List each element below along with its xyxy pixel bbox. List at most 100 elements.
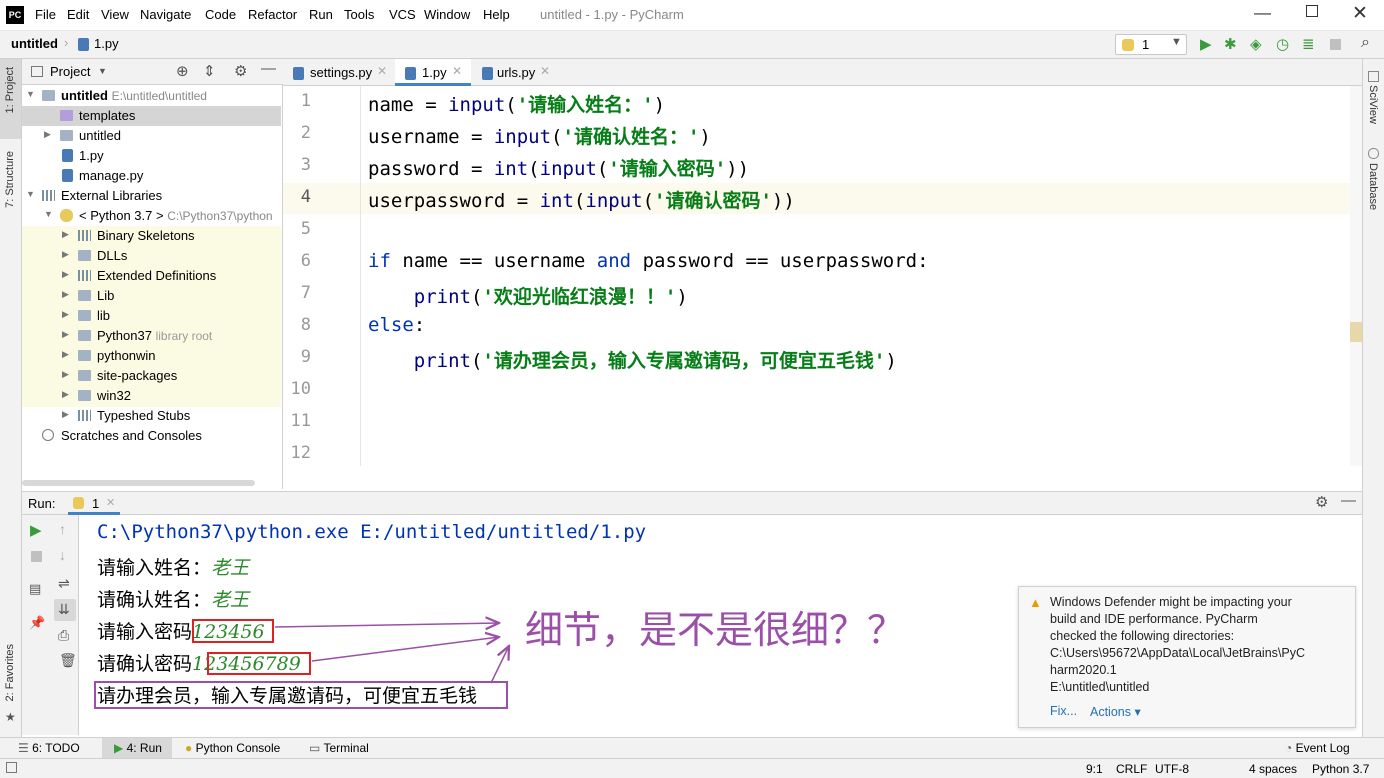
down-arrow-icon[interactable]: ↓ <box>59 547 66 563</box>
tree-item-python37-root[interactable]: ▶ Python37 library root <box>22 326 281 346</box>
menu-view[interactable]: View <box>101 7 129 22</box>
menu-help[interactable]: Help <box>483 7 510 22</box>
status-line-separator[interactable]: CRLF <box>1116 762 1147 776</box>
status-indent[interactable]: 4 spaces <box>1249 762 1297 776</box>
gear-icon[interactable]: ⚙ <box>1315 493 1328 511</box>
hide-icon[interactable]: — <box>261 60 276 77</box>
collapse-icon[interactable]: ⇕ <box>203 62 216 80</box>
menu-run[interactable]: Run <box>309 7 333 22</box>
chevron-down-icon[interactable]: ▼ <box>98 66 107 76</box>
scroll-to-end-icon[interactable]: ⇊ <box>58 601 70 618</box>
project-tool-tab[interactable]: 1: Project <box>4 67 16 113</box>
locate-icon[interactable]: ⊕ <box>176 62 189 80</box>
project-panel-header: Project ▼ ⊕ ⇕ ⚙ — <box>22 59 283 85</box>
project-view-label[interactable]: Project <box>50 64 90 79</box>
gear-icon[interactable]: ⚙ <box>234 62 247 80</box>
tree-item-scratches[interactable]: Scratches and Consoles <box>22 426 281 446</box>
menu-navigate[interactable]: Navigate <box>140 7 191 22</box>
favorites-tool-tab[interactable]: 2: Favorites <box>4 644 16 701</box>
close-icon[interactable]: ✕ <box>106 496 115 509</box>
menu-code[interactable]: Code <box>205 7 236 22</box>
layout-toggle-icon[interactable] <box>6 762 17 773</box>
close-icon[interactable]: ✕ <box>452 64 462 78</box>
stop-icon[interactable] <box>31 551 42 562</box>
hide-icon[interactable]: — <box>1341 492 1356 509</box>
todo-tab[interactable]: ☰ 6: TODO <box>18 741 80 755</box>
pin-icon[interactable]: 📌 <box>29 615 45 631</box>
annotation-text: 细节，是不是很细？？ <box>525 608 906 652</box>
sciview-tool-tab[interactable]: SciView <box>1367 85 1379 124</box>
tree-item-lib[interactable]: ▶ lib <box>22 306 281 326</box>
status-encoding[interactable]: UTF-8 <box>1155 762 1189 776</box>
coverage-icon[interactable]: ◈ <box>1250 35 1262 53</box>
tab-settings-py[interactable]: settings.py ✕ <box>283 59 394 86</box>
tab-label: 1.py <box>422 65 447 80</box>
close-icon[interactable]: ✕ <box>540 64 550 78</box>
fix-link[interactable]: Fix... <box>1050 704 1077 718</box>
tree-item-1py[interactable]: 1.py <box>22 146 281 166</box>
tree-item-typeshed-stubs[interactable]: ▶ Typeshed Stubs <box>22 406 281 426</box>
tree-item-untitled[interactable]: ▶ untitled <box>22 126 281 146</box>
run-tab[interactable]: 1 ✕ <box>68 492 120 515</box>
run-icon[interactable]: ▶ <box>1200 35 1212 53</box>
editor-tabs: settings.py ✕ 1.py ✕ urls.py ✕ <box>283 59 1362 86</box>
close-icon[interactable]: ✕ <box>1352 2 1368 25</box>
minimize-icon[interactable]: — <box>1254 3 1271 23</box>
search-icon[interactable]: ⌕ <box>1361 34 1370 52</box>
tree-item-root-untitled[interactable]: ▼ untitled E:\untitled\untitled <box>22 86 281 106</box>
layout-icon[interactable]: ▤ <box>29 581 41 597</box>
tree-item-python37[interactable]: ▼ < Python 3.7 > C:\Python37\python <box>22 206 281 226</box>
editor-scrollbar[interactable] <box>1350 86 1362 466</box>
line-number: 5 <box>300 219 311 239</box>
window-title: untitled - 1.py - PyCharm <box>540 7 684 22</box>
profile-icon[interactable]: ◷ <box>1276 35 1289 53</box>
database-tool-tab[interactable]: Database <box>1367 163 1379 210</box>
tab-urls-py[interactable]: urls.py ✕ <box>472 59 552 86</box>
tab-1-py[interactable]: 1.py ✕ <box>395 59 471 86</box>
code-line-8: else: <box>368 314 426 336</box>
tree-item-extended-definitions[interactable]: ▶ Extended Definitions <box>22 266 281 286</box>
tree-item-pythonwin[interactable]: ▶ pythonwin <box>22 346 281 366</box>
structure-tool-tab[interactable]: 7: Structure <box>4 151 16 208</box>
debug-icon[interactable]: ✱ <box>1224 35 1237 53</box>
tree-item-templates[interactable]: templates <box>22 106 281 126</box>
print-icon[interactable]: ⎙ <box>58 627 69 644</box>
breadcrumb-file[interactable]: 1.py <box>94 36 119 51</box>
tree-item-manage-py[interactable]: manage.py <box>22 166 281 186</box>
tree-item-dlls[interactable]: ▶ DLLs <box>22 246 281 266</box>
stop-icon[interactable] <box>1330 39 1341 50</box>
python-console-tab[interactable]: ● Python Console <box>185 741 280 755</box>
menu-file[interactable]: File <box>35 7 56 22</box>
tree-item-Lib[interactable]: ▶ Lib <box>22 286 281 306</box>
menu-window[interactable]: Window <box>424 7 470 22</box>
terminal-tab[interactable]: ▭ Terminal <box>309 741 369 755</box>
tree-item-binary-skeletons[interactable]: ▶ Binary Skeletons <box>22 226 281 246</box>
concurrency-icon[interactable]: ≣ <box>1302 35 1315 53</box>
run-tool-tab[interactable]: ▶ 4: Run <box>114 741 162 755</box>
status-interpreter[interactable]: Python 3.7 <box>1312 762 1369 776</box>
code-editor[interactable]: name = input('请输入姓名：') username = input(… <box>361 86 1350 466</box>
actions-link[interactable]: Actions ▾ <box>1090 704 1141 719</box>
run-config-select[interactable]: 1 ▼ <box>1115 34 1187 55</box>
close-icon[interactable]: ✕ <box>377 64 387 78</box>
maximize-icon[interactable] <box>1306 5 1318 17</box>
tree-item-win32[interactable]: ▶ win32 <box>22 386 281 406</box>
menu-tools[interactable]: Tools <box>344 7 374 22</box>
breadcrumb-project[interactable]: untitled <box>11 36 58 51</box>
trash-icon[interactable]: 🗑 <box>59 652 77 669</box>
tree-label: pythonwin <box>97 348 156 363</box>
tree-label: Binary Skeletons <box>97 228 195 243</box>
status-position[interactable]: 9:1 <box>1086 762 1103 776</box>
run-panel-header: Run: 1 ✕ ⚙ — <box>22 491 1362 515</box>
menu-edit[interactable]: Edit <box>67 7 89 22</box>
soft-wrap-icon[interactable]: ⇌ <box>58 575 70 592</box>
tree-item-external-libraries[interactable]: ▼ External Libraries <box>22 186 281 206</box>
rerun-icon[interactable]: ▶ <box>30 521 42 539</box>
sciview-icon <box>1368 71 1379 82</box>
tree-item-site-packages[interactable]: ▶ site-packages <box>22 366 281 386</box>
event-log-tab[interactable]: ◔ Event Log <box>1285 741 1350 755</box>
up-arrow-icon[interactable]: ↑ <box>59 521 66 537</box>
horizontal-scrollbar[interactable] <box>22 480 255 486</box>
menu-vcs[interactable]: VCS <box>389 7 416 22</box>
menu-refactor[interactable]: Refactor <box>248 7 297 22</box>
